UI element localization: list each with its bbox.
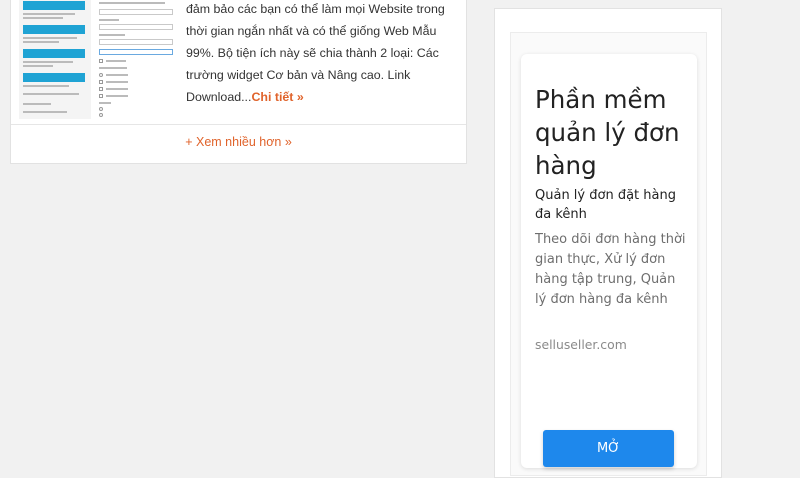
- post-excerpt-text: đảm bảo các bạn có thể làm mọi Website t…: [186, 2, 445, 104]
- post-thumbnail[interactable]: [19, 0, 177, 119]
- card-divider: [11, 124, 466, 125]
- ad-card[interactable]: Phần mềm quản lý đơn hàng Quản lý đơn đặ…: [521, 54, 697, 468]
- read-more-link[interactable]: Chi tiết »: [251, 90, 303, 104]
- ad-frame: Phần mềm quản lý đơn hàng Quản lý đơn đặ…: [510, 32, 707, 476]
- ad-title[interactable]: Phần mềm quản lý đơn hàng: [535, 83, 685, 182]
- thumbnail-widget-list: [19, 0, 91, 119]
- view-more-link[interactable]: + Xem nhiều hơn »: [11, 135, 466, 149]
- sidebar-ad-panel: Phần mềm quản lý đơn hàng Quản lý đơn đặ…: [494, 8, 722, 478]
- thumbnail-widget-form: [95, 0, 177, 119]
- post-excerpt: đảm bảo các bạn có thể làm mọi Website t…: [186, 0, 458, 108]
- post-card: đảm bảo các bạn có thể làm mọi Website t…: [10, 0, 467, 164]
- ad-open-button[interactable]: MỞ: [543, 430, 674, 467]
- ad-description: Theo dõi đơn hàng thời gian thực, Xử lý …: [535, 232, 686, 307]
- ad-subtitle: Quản lý đơn đặt hàng đa kênh: [535, 188, 676, 222]
- ad-domain: selluseller.com: [535, 337, 627, 352]
